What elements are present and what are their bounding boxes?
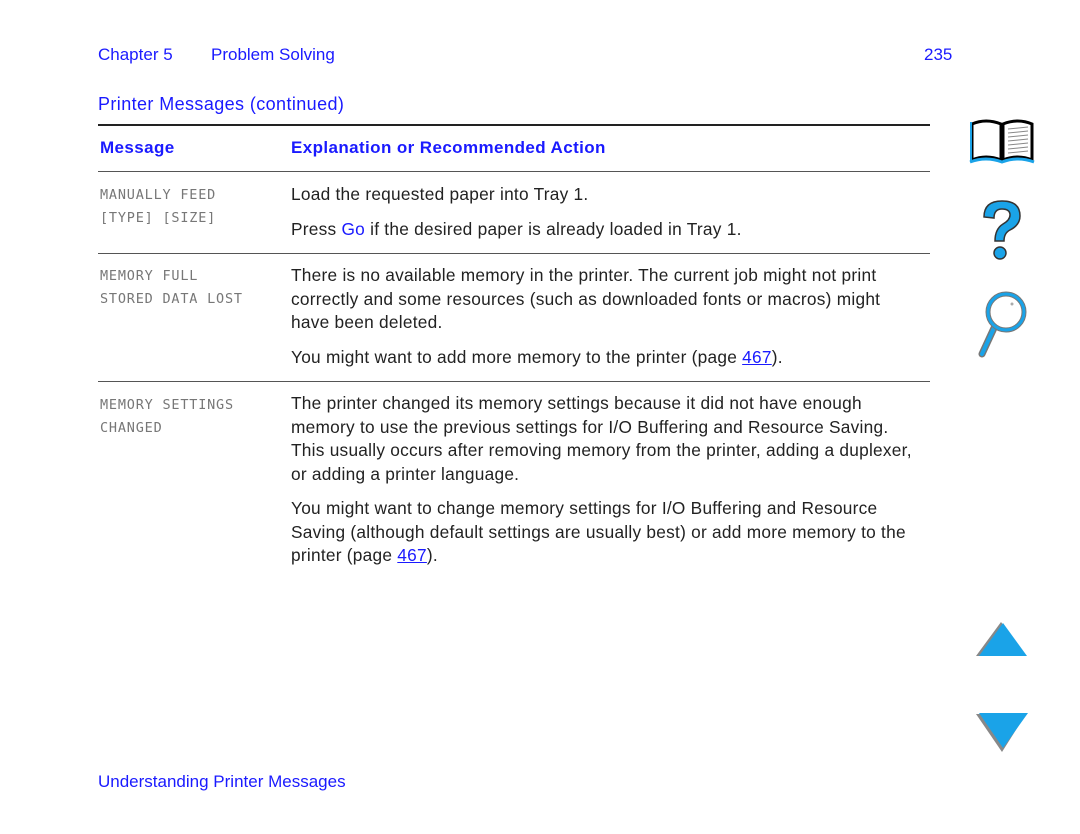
explanation-paragraph: Load the requested paper into Tray 1.	[291, 184, 589, 204]
text: You might want to add more memory to the…	[291, 346, 743, 367]
book-icon[interactable]	[968, 114, 1036, 171]
explanation-paragraph: There is no available memory in the prin…	[291, 265, 881, 332]
footer-title: Understanding Printer Messages	[98, 772, 346, 791]
printer-message: MEMORY FULL STORED DATA LOST	[100, 265, 243, 311]
explanation-paragraph: You might want to change memory settings…	[291, 497, 921, 568]
header-page-number: 235	[924, 45, 953, 64]
text: ).	[426, 545, 438, 565]
column-header-explanation: Explanation or Recommended Action	[291, 138, 606, 157]
message-line: MEMORY FULL	[100, 268, 199, 284]
text: ).	[771, 346, 783, 367]
printer-message: MEMORY SETTINGS CHANGED	[100, 394, 234, 440]
explanation-paragraph: You might want to add more memory to the…	[291, 346, 921, 370]
message-line: STORED DATA LOST	[100, 291, 243, 307]
row-divider	[98, 381, 930, 382]
header-chapter: Chapter 5	[98, 45, 173, 64]
search-magnifier-icon[interactable]	[976, 290, 1032, 363]
column-header-message: Message	[100, 138, 175, 157]
next-page-arrow-icon[interactable]	[974, 710, 1030, 759]
explanation: The printer changed its memory settings …	[291, 392, 921, 579]
message-line: [TYPE] [SIZE]	[100, 210, 217, 226]
text: You might want to change memory settings…	[291, 498, 906, 565]
help-question-icon[interactable]	[976, 197, 1026, 270]
row-divider	[98, 253, 930, 254]
message-line: CHANGED	[100, 420, 163, 436]
explanation: There is no available memory in the prin…	[291, 264, 921, 380]
page-link[interactable]: 467	[742, 347, 772, 367]
table-top-rule	[98, 124, 930, 126]
go-key-label: Go	[341, 218, 366, 239]
section-title: Printer Messages (continued)	[98, 94, 345, 114]
message-line: MANUALLY FEED	[100, 187, 217, 203]
previous-page-arrow-icon[interactable]	[974, 620, 1030, 665]
text: Press	[291, 218, 342, 239]
header-section: Problem Solving	[211, 45, 335, 64]
printer-message: MANUALLY FEED [TYPE] [SIZE]	[100, 184, 216, 230]
explanation: Load the requested paper into Tray 1. Pr…	[291, 183, 921, 252]
header-rule	[98, 171, 930, 172]
page-link[interactable]: 467	[397, 545, 427, 565]
message-line: MEMORY SETTINGS	[100, 397, 234, 413]
explanation-paragraph: The printer changed its memory settings …	[291, 393, 912, 484]
explanation-paragraph: Press Go if the desired paper is already…	[291, 218, 921, 242]
text: if the desired paper is already loaded i…	[365, 218, 742, 239]
